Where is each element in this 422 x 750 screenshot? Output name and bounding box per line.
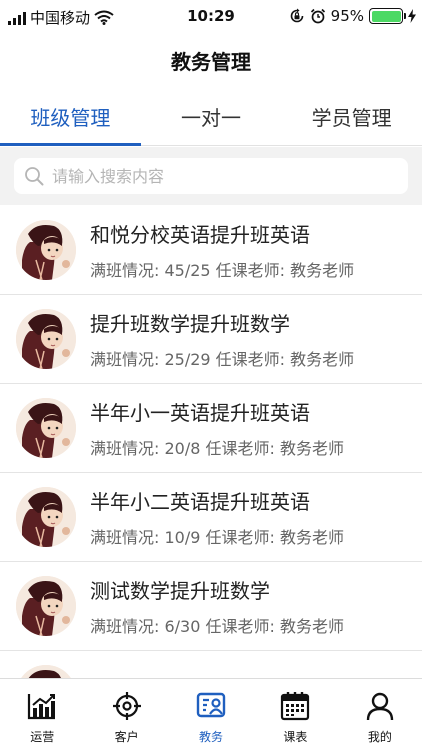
- battery-icon: [369, 8, 406, 24]
- nav-bar: 教务管理: [0, 34, 422, 86]
- tabbar-label: 教务: [199, 730, 224, 744]
- bottom-tab-bar: 运营 客户 教务 课表 我的: [0, 678, 422, 750]
- item-text: 半年小二英语提升班英语 满班情况: 10/9 任课老师: 教务老师: [90, 486, 344, 548]
- class-title: 半年小一英语提升班英语: [90, 401, 310, 425]
- battery-percent: 95%: [330, 7, 364, 25]
- tabbar-item-operations[interactable]: 运营: [0, 679, 84, 750]
- tabbar-label: 运营: [30, 730, 55, 744]
- class-list-item[interactable]: 半年小二英语提升班英语 满班情况: 10/9 任课老师: 教务老师: [0, 473, 422, 562]
- search-bar: [0, 147, 422, 205]
- item-text: 测试数学提升班数学 满班情况: 6/30 任课老师: 教务老师: [90, 575, 344, 637]
- segment-tabs: 班级管理 一对一 学员管理: [0, 88, 422, 146]
- class-detail: 满班情况: 25/29 任课老师: 教务老师: [90, 350, 355, 369]
- user-icon: [363, 689, 397, 723]
- class-list-item[interactable]: 半年小一英语提升班英语 满班情况: 20/8 任课老师: 教务老师: [0, 384, 422, 473]
- item-text: 和悦分校英语提升班英语 满班情况: 45/25 任课老师: 教务老师: [90, 219, 354, 281]
- tabbar-item-me[interactable]: 我的: [338, 679, 422, 750]
- item-text: 半年小一英语提升班英语 满班情况: 20/8 任课老师: 教务老师: [90, 397, 344, 459]
- chart-icon: [25, 689, 59, 723]
- rotation-lock-icon: [290, 8, 303, 23]
- class-detail: 满班情况: 45/25 任课老师: 教务老师: [90, 261, 355, 280]
- tabbar-label: 客户: [114, 730, 139, 744]
- status-right: 95%: [289, 7, 416, 25]
- class-detail: 满班情况: 10/9 任课老师: 教务老师: [90, 528, 344, 547]
- page-title: 教务管理: [171, 49, 251, 74]
- class-title: 半年小二英语提升班英语: [90, 490, 310, 514]
- search-icon: [25, 167, 44, 186]
- tabbar-item-customers[interactable]: 客户: [84, 679, 168, 750]
- tabbar-item-schedule[interactable]: 课表: [253, 679, 337, 750]
- item-text: 提升班数学提升班数学 满班情况: 25/29 任课老师: 教务老师: [90, 308, 354, 370]
- search-input[interactable]: [52, 166, 398, 186]
- teacher-avatar: [16, 576, 76, 636]
- class-list: 和悦分校英语提升班英语 满班情况: 45/25 任课老师: 教务老师 提升班数学…: [0, 206, 422, 678]
- tabbar-item-academic[interactable]: 教务: [169, 679, 253, 750]
- class-list-item[interactable]: 和悦分校英语提升班英语 满班情况: 45/25 任课老师: 教务老师: [0, 206, 422, 295]
- charging-icon: [408, 9, 416, 23]
- target-icon: [110, 689, 144, 723]
- tab-student-management[interactable]: 学员管理: [281, 88, 422, 145]
- class-title: 和悦分校英语提升班英语: [90, 223, 310, 247]
- status-bar: 中国移动 10:29 95%: [0, 0, 422, 34]
- class-detail: 满班情况: 20/8 任课老师: 教务老师: [90, 439, 344, 458]
- teacher-avatar: [16, 398, 76, 458]
- class-list-item[interactable]: 口语课英语一对一英语: [0, 651, 422, 678]
- teacher-avatar: [16, 665, 76, 678]
- class-title: 测试数学提升班数学: [90, 579, 270, 603]
- teacher-avatar: [16, 487, 76, 547]
- class-detail: 满班情况: 6/30 任课老师: 教务老师: [90, 617, 344, 636]
- tabbar-label: 我的: [367, 730, 392, 744]
- tab-class-management[interactable]: 班级管理: [0, 88, 141, 146]
- alarm-icon: [310, 8, 325, 24]
- class-title: 提升班数学提升班数学: [90, 312, 290, 336]
- teacher-avatar: [16, 309, 76, 369]
- teacher-avatar: [16, 220, 76, 280]
- class-list-item[interactable]: 提升班数学提升班数学 满班情况: 25/29 任课老师: 教务老师: [0, 295, 422, 384]
- calendar-icon: [278, 689, 312, 723]
- education-icon: [194, 689, 228, 723]
- class-list-item[interactable]: 测试数学提升班数学 满班情况: 6/30 任课老师: 教务老师: [0, 562, 422, 651]
- tabbar-label: 课表: [283, 730, 308, 744]
- search-box[interactable]: [14, 158, 408, 194]
- tab-one-on-one[interactable]: 一对一: [141, 88, 282, 145]
